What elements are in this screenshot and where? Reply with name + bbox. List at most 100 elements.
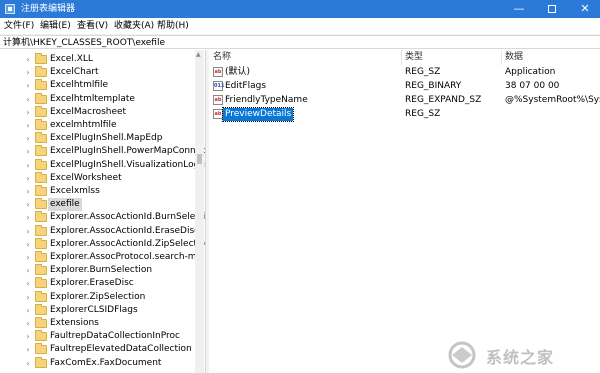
minimize-button[interactable]: — xyxy=(503,0,535,18)
string-value-icon: ab xyxy=(213,95,223,105)
tree-item-label: FaxComEx.FaxDocument xyxy=(50,357,162,368)
tree-item[interactable]: › FaultrepElevatedDataCollection xyxy=(0,343,195,356)
address-bar[interactable]: 计算机\HKEY_CLASSES_ROOT\exefile xyxy=(0,35,600,49)
column-divider[interactable] xyxy=(401,50,402,65)
tree-item[interactable]: › Explorer.AssocActionId.ZipSelection xyxy=(0,237,205,251)
expand-chevron-icon[interactable]: › xyxy=(24,145,32,158)
address-path: 计算机\HKEY_CLASSES_ROOT\exefile xyxy=(3,38,165,48)
tree-item[interactable]: › FaxComEx.FaxDocument xyxy=(0,356,195,370)
value-type: REG_SZ xyxy=(405,67,441,77)
key-tree: › Excel.XLL › ExcelChart › Excelhtmlfile › Exce… xyxy=(0,50,205,373)
folder-icon xyxy=(35,224,47,236)
expand-chevron-icon[interactable]: › xyxy=(24,251,32,264)
column-header-type[interactable]: 类型 xyxy=(405,50,423,65)
tree-item-label: ExcelPlugInShell.VisualizationLogger xyxy=(50,159,205,170)
menu-file[interactable]: 文件(F) xyxy=(4,20,34,33)
expand-chevron-icon[interactable]: › xyxy=(24,211,32,224)
tree-item-label: ExcelChart xyxy=(50,67,99,78)
tree-item[interactable]: › Excel.XLL xyxy=(0,53,195,66)
value-data: 38 07 00 00 xyxy=(505,81,560,91)
tree-item[interactable]: › exefile xyxy=(0,198,195,212)
tree-item[interactable]: › Excelhtmlfile xyxy=(0,79,195,92)
expand-chevron-icon[interactable]: › xyxy=(24,277,32,290)
value-row[interactable]: ab FriendlyTypeName REG_EXPAND_SZ @%SystemR… xyxy=(209,94,600,107)
expand-chevron-icon[interactable]: › xyxy=(24,343,32,356)
expand-chevron-icon[interactable]: › xyxy=(24,159,32,172)
tree-item[interactable]: › excelmhtmlfile xyxy=(0,119,195,132)
value-data: @%SystemRoot%\System32 xyxy=(505,95,600,105)
folder-icon xyxy=(35,277,47,289)
tree-item[interactable]: › Extensions xyxy=(0,317,195,330)
expand-chevron-icon[interactable]: › xyxy=(24,53,32,66)
expand-chevron-icon[interactable]: › xyxy=(24,264,32,277)
expand-chevron-icon[interactable]: › xyxy=(24,198,32,211)
value-row[interactable]: ab PreviewDetails REG_SZ xyxy=(209,107,600,122)
folder-icon xyxy=(35,66,47,78)
window-title: 注册表编辑器 xyxy=(21,4,76,14)
folder-icon xyxy=(35,264,47,276)
tree-item[interactable]: › ExcelPlugInShell.MapEdp xyxy=(0,132,195,145)
expand-chevron-icon[interactable]: › xyxy=(24,79,32,92)
tree-item[interactable]: › ExcelWorksheet xyxy=(0,171,195,185)
tree-item[interactable]: › Explorer.ZipSelection xyxy=(0,290,195,304)
tree-item[interactable]: › ExcelPlugInShell.VisualizationLogger xyxy=(0,158,205,172)
tree-item[interactable]: › Explorer.AssocProtocol.search-ms xyxy=(0,251,201,264)
scroll-up-icon[interactable]: ▲ xyxy=(196,51,201,58)
binary-value-icon: 011 xyxy=(213,81,225,91)
expand-chevron-icon[interactable]: › xyxy=(24,225,32,238)
tree-item[interactable]: › Explorer.BurnSelection xyxy=(0,264,195,277)
expand-chevron-icon[interactable]: › xyxy=(24,317,32,330)
folder-icon xyxy=(35,105,47,117)
tree-item-label: ExcelWorksheet xyxy=(50,172,122,183)
tree-item-label: Explorer.BurnSelection xyxy=(50,265,153,276)
folder-icon xyxy=(35,251,47,262)
folder-icon xyxy=(35,92,47,104)
menu-favorites[interactable]: 收藏夹(A) xyxy=(114,20,154,33)
tree-scrollbar[interactable]: ▲ xyxy=(195,50,204,373)
tree-item-label: Explorer.AssocActionId.BurnSelection xyxy=(50,212,205,223)
folder-icon xyxy=(35,171,47,183)
tree-item-label: excelmhtmlfile xyxy=(50,120,117,130)
tree-item-label: ExcelPlugInShell.PowerMapConnect xyxy=(50,146,205,157)
tree-item[interactable]: › Excelxmlss xyxy=(0,185,195,198)
value-row[interactable]: 011 EditFlags REG_BINARY 38 07 00 00 xyxy=(209,80,600,93)
tree-item[interactable]: › ExcelMacrosheet xyxy=(0,105,195,119)
expand-chevron-icon[interactable]: › xyxy=(24,330,32,343)
column-divider[interactable] xyxy=(501,50,502,65)
tree-item[interactable]: › ExcelChart xyxy=(0,66,195,79)
scroll-thumb[interactable] xyxy=(197,154,202,164)
value-name: (默认) xyxy=(225,67,251,77)
close-button[interactable]: ✕ xyxy=(569,0,600,18)
column-header-name[interactable]: 名称 xyxy=(213,50,231,65)
tree-item[interactable]: › FaultrepDataCollectionInProc xyxy=(0,330,195,343)
expand-chevron-icon[interactable]: › xyxy=(24,119,32,132)
folder-icon xyxy=(35,53,47,64)
expand-chevron-icon[interactable]: › xyxy=(24,66,32,79)
tree-item-label: Explorer.AssocActionId.ZipSelection xyxy=(50,238,205,249)
expand-chevron-icon[interactable]: › xyxy=(24,291,32,304)
maximize-button[interactable] xyxy=(536,0,568,18)
expand-chevron-icon[interactable]: › xyxy=(24,132,32,145)
tree-item-label: FaultrepDataCollectionInProc xyxy=(50,331,180,342)
expand-chevron-icon[interactable]: › xyxy=(24,172,32,185)
folder-icon xyxy=(35,158,47,170)
maximize-icon xyxy=(548,5,556,13)
tree-item[interactable]: › ExcelPlugInShell.PowerMapConnect xyxy=(0,145,205,158)
column-header-data[interactable]: 数据 xyxy=(505,50,523,65)
expand-chevron-icon[interactable]: › xyxy=(24,93,32,106)
tree-item[interactable]: › Excelhtmltemplate xyxy=(0,92,195,106)
tree-item[interactable]: › Explorer.EraseDisc xyxy=(0,277,195,290)
expand-chevron-icon[interactable]: › xyxy=(24,304,32,317)
expand-chevron-icon[interactable]: › xyxy=(24,106,32,119)
expand-chevron-icon[interactable]: › xyxy=(24,357,32,370)
value-row[interactable]: ab (默认) REG_SZ Application xyxy=(209,66,600,79)
tree-item[interactable]: › ExplorerCLSIDFlags xyxy=(0,303,195,317)
watermark-text: 系统之家 xyxy=(486,348,555,367)
menu-view[interactable]: 查看(V) xyxy=(77,20,108,33)
menu-help[interactable]: 帮助(H) xyxy=(157,20,189,33)
expand-chevron-icon[interactable]: › xyxy=(24,238,32,251)
tree-item[interactable]: › Explorer.AssocActionId.BurnSelection xyxy=(0,211,205,224)
menu-edit[interactable]: 编辑(E) xyxy=(40,20,71,33)
tree-item[interactable]: › Explorer.AssocActionId.EraseDisc xyxy=(0,224,199,238)
expand-chevron-icon[interactable]: › xyxy=(24,185,32,198)
